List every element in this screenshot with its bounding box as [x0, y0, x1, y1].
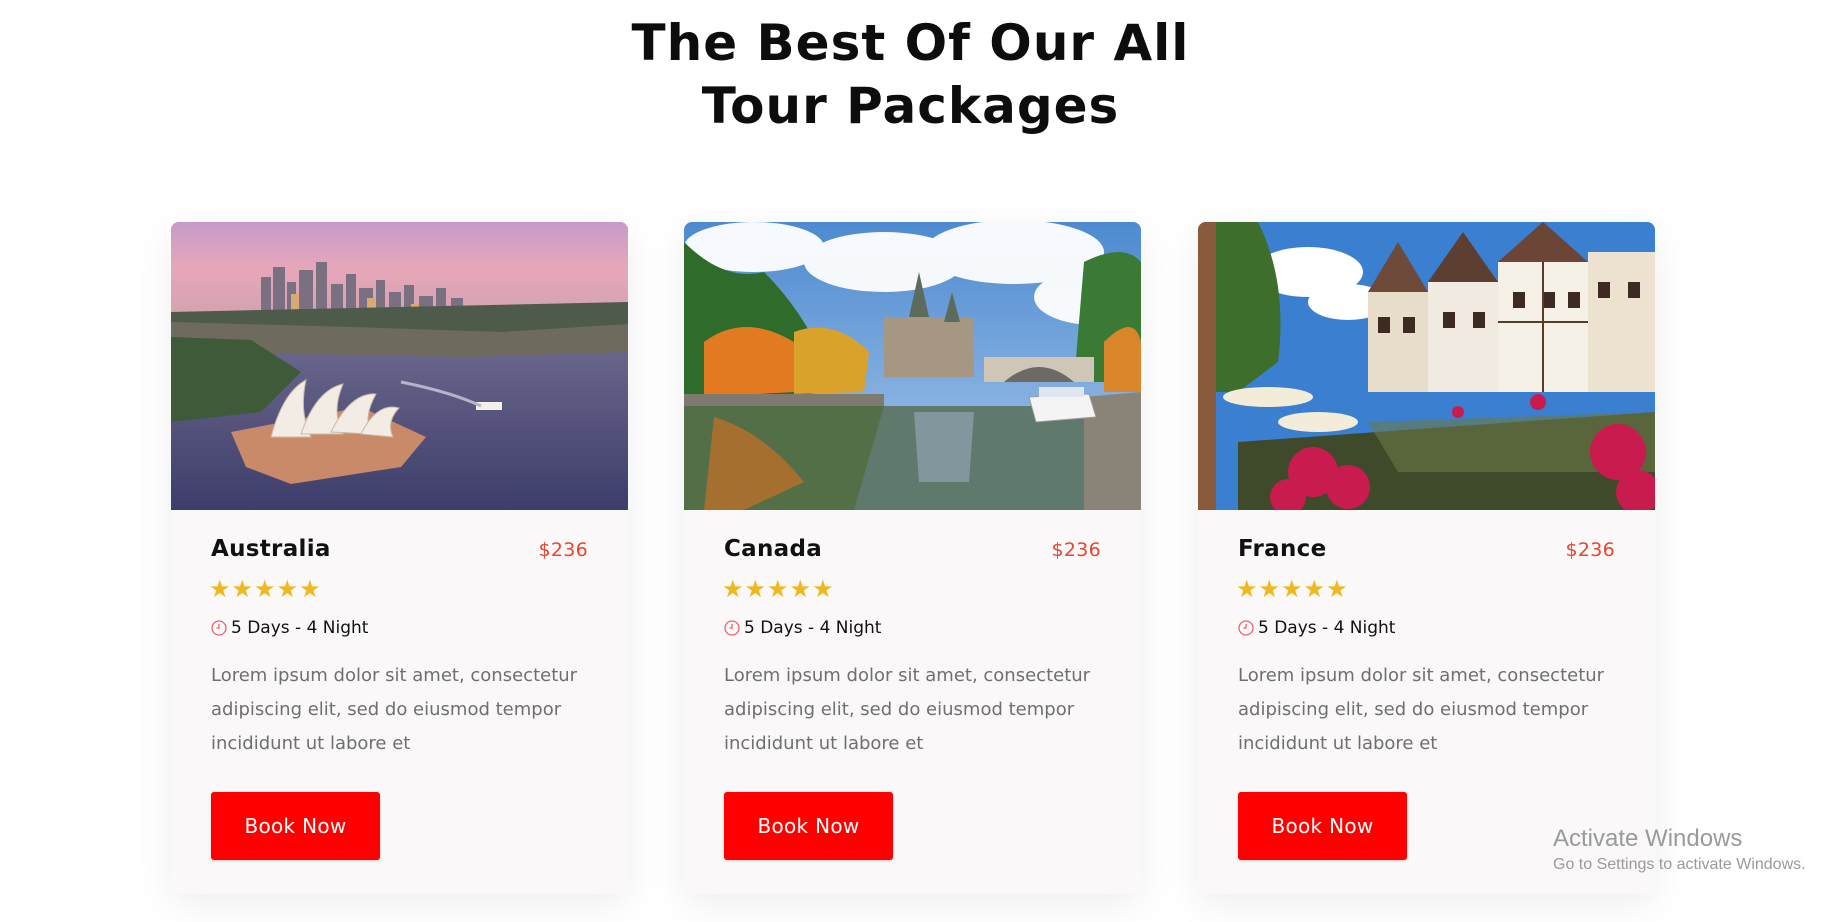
- duration-text: 5 Days - 4 Night: [1258, 618, 1396, 638]
- star-icon: ★: [276, 575, 299, 603]
- ottawa-canal-parliament-photo: [684, 222, 1141, 510]
- star-icon: ★: [1326, 575, 1348, 603]
- book-now-button[interactable]: Book Now: [211, 792, 380, 860]
- section-heading-line-1: The Best Of Our All: [631, 14, 1190, 72]
- package-description: Lorem ipsum dolor sit amet, consectetur …: [724, 665, 1091, 754]
- package-description: Lorem ipsum dolor sit amet, consectetur …: [211, 665, 578, 754]
- section-heading: The Best Of Our All Tour Packages: [0, 12, 1821, 138]
- windows-activation-watermark: Activate Windows Go to Settings to activ…: [1553, 824, 1806, 876]
- package-description: Lorem ipsum dolor sit amet, consectetur …: [1238, 665, 1605, 754]
- watermark-subtitle: Go to Settings to activate Windows.: [1553, 856, 1806, 873]
- package-price: $236: [1051, 539, 1101, 561]
- sydney-opera-house-photo: [171, 222, 628, 510]
- clock-icon: [1238, 620, 1254, 636]
- star-icon: ★: [1236, 575, 1258, 603]
- package-image-canada[interactable]: [684, 222, 1141, 510]
- star-icon: ★: [1281, 575, 1303, 603]
- star-icon: ★: [744, 575, 767, 603]
- star-rating: ★ ★ ★ ★ ★: [209, 576, 321, 602]
- package-card-canada: Canada $236 ★ ★ ★ ★ ★ 5 Days - 4 Night L…: [684, 222, 1141, 894]
- package-title: Australia: [211, 536, 331, 562]
- package-duration: 5 Days - 4 Night: [211, 618, 368, 638]
- colmar-canal-houses-photo: [1198, 222, 1655, 510]
- star-icon: ★: [767, 575, 789, 603]
- star-icon: ★: [722, 575, 744, 603]
- clock-icon: [211, 620, 227, 636]
- star-icon: ★: [1303, 575, 1326, 603]
- package-duration: 5 Days - 4 Night: [1238, 618, 1395, 638]
- package-duration: 5 Days - 4 Night: [724, 618, 881, 638]
- package-price: $236: [538, 539, 588, 561]
- star-icon: ★: [231, 575, 254, 603]
- star-icon: ★: [1258, 575, 1281, 603]
- book-now-button[interactable]: Book Now: [1238, 792, 1407, 860]
- watermark-title: Activate Windows: [1553, 825, 1743, 852]
- star-rating: ★ ★ ★ ★ ★: [1236, 576, 1348, 602]
- package-title: Canada: [724, 536, 823, 562]
- star-icon: ★: [209, 575, 231, 603]
- star-rating: ★ ★ ★ ★ ★: [722, 576, 834, 602]
- package-image-australia[interactable]: [171, 222, 628, 510]
- tour-packages-section: The Best Of Our All Tour Packages Austra…: [0, 0, 1821, 922]
- package-card-australia: Australia $236 ★ ★ ★ ★ ★ 5 Days - 4 Nigh…: [171, 222, 628, 894]
- book-now-button[interactable]: Book Now: [724, 792, 893, 860]
- package-card-france: France $236 ★ ★ ★ ★ ★ 5 Days - 4 Night L…: [1198, 222, 1655, 894]
- star-icon: ★: [299, 575, 321, 603]
- section-heading-line-2: Tour Packages: [701, 77, 1120, 135]
- duration-text: 5 Days - 4 Night: [744, 618, 882, 638]
- package-price: $236: [1565, 539, 1615, 561]
- star-icon: ★: [254, 575, 276, 603]
- star-icon: ★: [812, 575, 834, 603]
- clock-icon: [724, 620, 740, 636]
- star-icon: ★: [789, 575, 812, 603]
- package-title: France: [1238, 536, 1327, 562]
- duration-text: 5 Days - 4 Night: [231, 618, 369, 638]
- package-image-france[interactable]: [1198, 222, 1655, 510]
